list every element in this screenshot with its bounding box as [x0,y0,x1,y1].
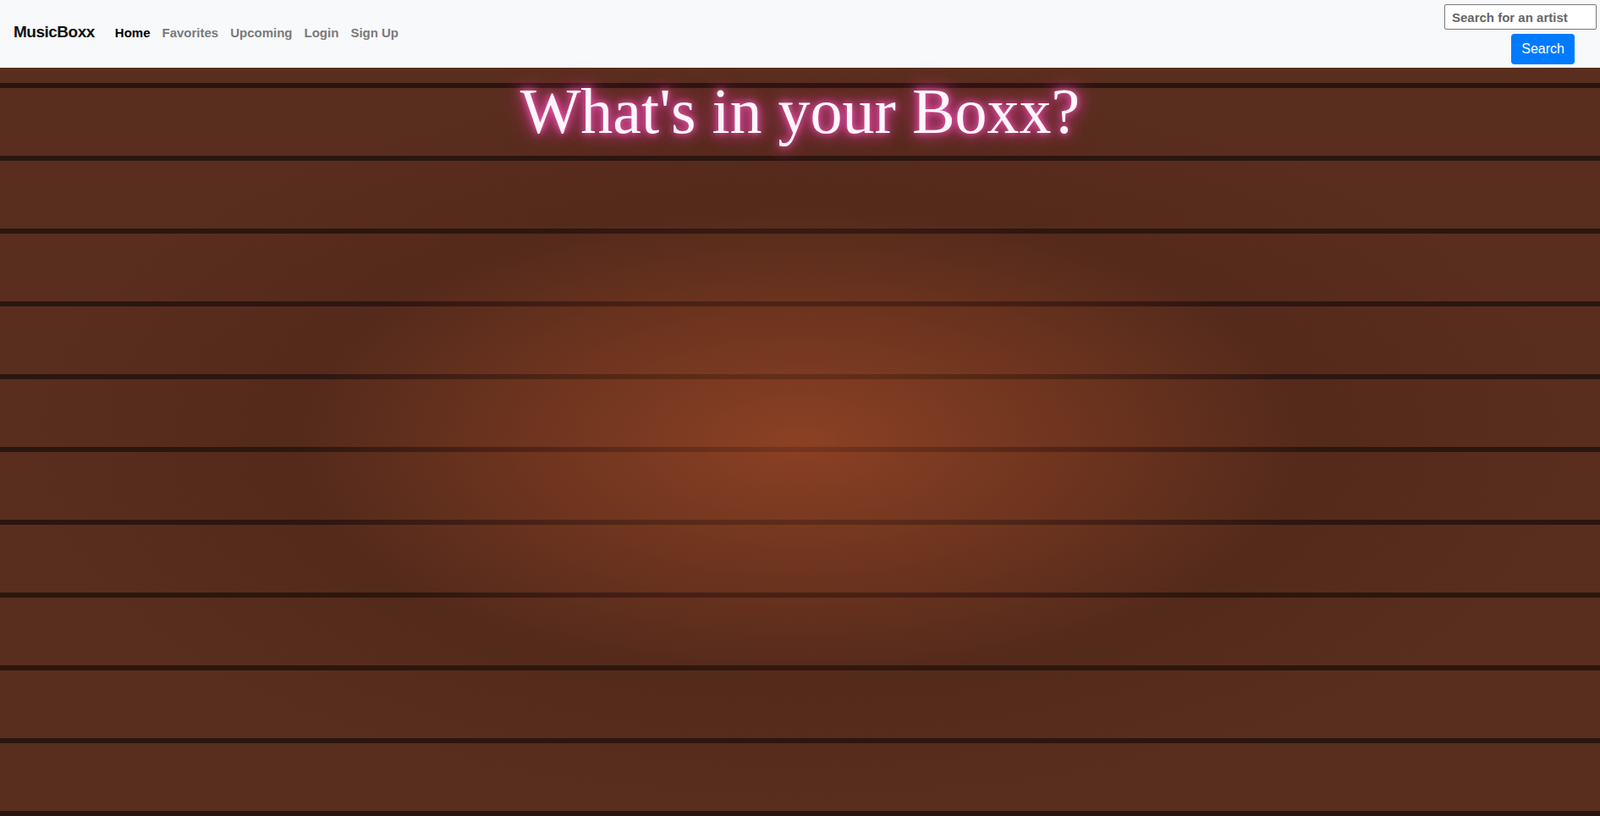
nav-link[interactable]: Upcoming [230,25,292,40]
nav-link[interactable]: Login [304,25,340,40]
search-input[interactable] [1444,4,1597,30]
hero-title: What's in your Boxx? [520,74,1081,149]
nav-link[interactable]: Home [115,25,151,40]
search-form: Search [1444,0,1597,65]
nav-link[interactable]: Sign Up [350,25,399,40]
search-button[interactable]: Search [1511,33,1575,65]
nav-link[interactable]: Favorites [162,25,220,40]
brand[interactable]: MusicBoxx [13,22,95,42]
page: MusicBoxx Home Favorites Upcoming Login Sign … [0,0,1600,816]
hero-image: What's in your Boxx? [0,67,1600,816]
nav-links: MusicBoxx Home Favorites Upcoming Login Sign … [13,0,399,65]
navbar: MusicBoxx Home Favorites Upcoming Login Sign … [0,0,1600,68]
